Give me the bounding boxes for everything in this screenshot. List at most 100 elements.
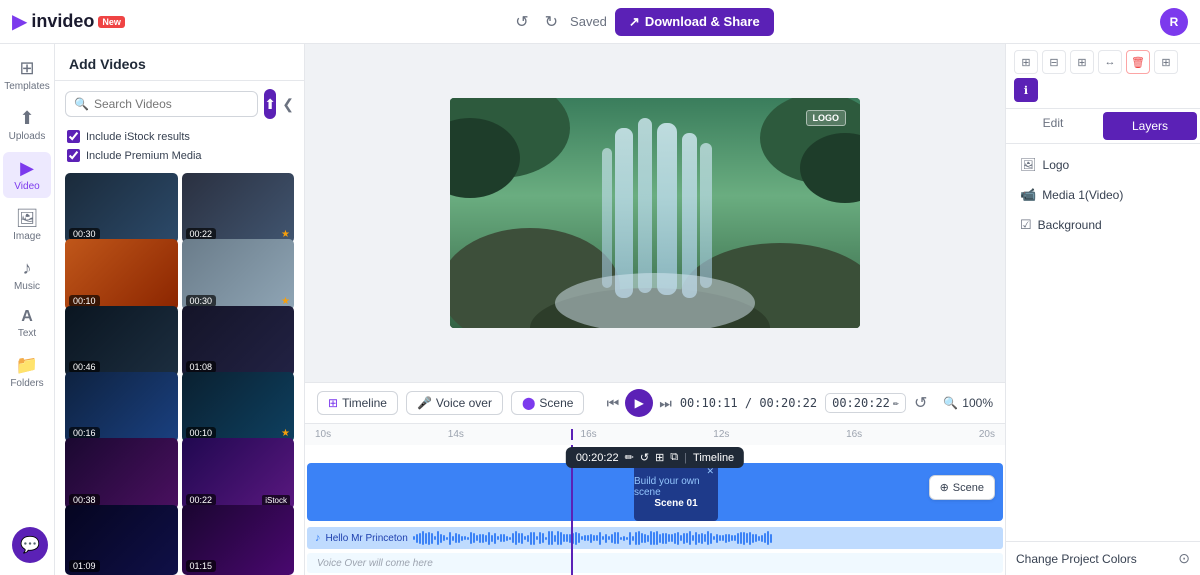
sidebar-item-video[interactable]: ▶ Video bbox=[3, 152, 51, 198]
bg-layer-icon: ☑ bbox=[1020, 217, 1032, 233]
logo-text: invideo bbox=[31, 11, 94, 32]
video-thumb-4[interactable]: 00:46 bbox=[65, 306, 178, 376]
sidebar-item-music[interactable]: ♪ Music bbox=[3, 252, 51, 298]
scene-block[interactable]: ✕ Build your own scene Scene 01 bbox=[634, 463, 718, 521]
saved-status: Saved bbox=[570, 14, 607, 29]
timeline-button[interactable]: ⊞ Timeline bbox=[317, 391, 398, 415]
voiceover-button[interactable]: 🎤 Voice over bbox=[406, 391, 503, 415]
rp-info-btn[interactable]: ℹ bbox=[1014, 78, 1038, 102]
rp-paste-btn[interactable]: ⊟ bbox=[1042, 50, 1066, 74]
right-panel-footer: Change Project Colors ⊙ bbox=[1006, 541, 1200, 575]
sidebar-item-text[interactable]: A Text bbox=[3, 302, 51, 345]
video-icon: ▶ bbox=[20, 158, 34, 179]
topbar: ▶ invideo New ↺ ↻ Saved ↗ Download & Sha… bbox=[0, 0, 1200, 44]
skip-back-button[interactable]: ⏮ bbox=[607, 395, 620, 412]
scene-popup-grid-icon[interactable]: ⊞ bbox=[655, 451, 664, 464]
timeline-tracks[interactable]: 00:20:22 ✏ ↺ ⊞ ⧉ | Timeline ✕ Build your… bbox=[305, 445, 1005, 575]
rp-grid-btn[interactable]: ⊞ bbox=[1154, 50, 1178, 74]
layer-logo[interactable]: 🖼 Logo bbox=[1014, 152, 1192, 178]
topbar-right: R bbox=[1160, 8, 1188, 36]
time-input-box[interactable]: 00:20:22 ✏ bbox=[825, 393, 906, 413]
collapse-panel-button[interactable]: ❮ bbox=[282, 96, 294, 113]
search-icon: 🔍 bbox=[74, 97, 89, 111]
color-wheel-icon[interactable]: ⊙ bbox=[1178, 550, 1190, 567]
upload-button[interactable]: ⬆ bbox=[264, 89, 276, 119]
audio-icon: ♪ bbox=[315, 532, 321, 544]
video-thumb-2[interactable]: 00:10 bbox=[65, 239, 178, 309]
chat-button[interactable]: 💬 bbox=[12, 527, 48, 563]
ruler-label-10s: 10s bbox=[315, 429, 331, 440]
video-thumb-1[interactable]: 00:22★ bbox=[182, 173, 295, 243]
ruler-label-20s: 20s bbox=[979, 429, 995, 440]
current-time: 00:10:11 bbox=[680, 396, 738, 410]
voiceover-icon: 🎤 bbox=[417, 396, 432, 410]
layer-background[interactable]: ☑ Background bbox=[1014, 212, 1192, 238]
video-thumb-11[interactable]: 01:15 bbox=[182, 505, 295, 575]
video-panel: Add Videos 🔍 ⬆ ❮ Include iStock results … bbox=[55, 44, 305, 575]
scene-popup-edit-icon: ✏ bbox=[625, 451, 634, 464]
scene-button[interactable]: ⬤ Scene bbox=[511, 391, 584, 415]
video-thumb-6[interactable]: 00:16 bbox=[65, 372, 178, 442]
search-input[interactable] bbox=[94, 97, 249, 111]
redo-button[interactable]: ↻ bbox=[541, 8, 562, 36]
rp-delete-btn[interactable]: 🗑 bbox=[1126, 50, 1150, 74]
new-badge: New bbox=[98, 16, 125, 28]
undo-button[interactable]: ↺ bbox=[511, 8, 532, 36]
rp-fit-btn[interactable]: ⊞ bbox=[1070, 50, 1094, 74]
loop-button[interactable]: ↺ bbox=[914, 393, 927, 413]
voiceover-placeholder: Voice Over will come here bbox=[317, 558, 433, 569]
download-share-button[interactable]: ↗ Download & Share bbox=[615, 8, 774, 36]
icon-sidebar: ⊞ Templates ⬆ Uploads ▶ Video 🖼 Image ♪ … bbox=[0, 44, 55, 575]
video-thumb-9[interactable]: 00:22iStock bbox=[182, 438, 295, 508]
scene-popup-refresh-icon[interactable]: ↺ bbox=[640, 451, 649, 464]
istock-checkbox[interactable] bbox=[67, 130, 80, 143]
logo-icon: ▶ bbox=[12, 9, 27, 34]
video-thumb-10[interactable]: 01:09 bbox=[65, 505, 178, 575]
skip-forward-button[interactable]: ⏭ bbox=[659, 395, 672, 412]
waterfall-background: LOGO bbox=[450, 98, 860, 329]
video-grid: 00:3000:22★00:1000:30★00:4601:0800:1600:… bbox=[55, 165, 304, 575]
video-thumb-5[interactable]: 01:08 bbox=[182, 306, 295, 376]
zoom-level: 100% bbox=[962, 396, 993, 410]
image-icon: 🖼 bbox=[16, 208, 39, 229]
istock-checkbox-row: Include iStock results bbox=[55, 127, 304, 146]
rp-copy-btn[interactable]: ⊞ bbox=[1014, 50, 1038, 74]
right-panel-tabs: Edit Layers bbox=[1006, 109, 1200, 144]
audio-track[interactable]: ♪ Hello Mr Princeton bbox=[307, 527, 1003, 549]
canvas-preview: LOGO bbox=[305, 44, 1005, 382]
transport-controls: ⏮ ▶ ⏭ bbox=[607, 389, 672, 417]
add-scene-button[interactable]: ⊕ Scene bbox=[929, 475, 995, 500]
premium-checkbox[interactable] bbox=[67, 149, 80, 162]
play-button[interactable]: ▶ bbox=[625, 389, 653, 417]
edit-time-icon: ✏ bbox=[893, 398, 899, 409]
media-layer-label: Media 1(Video) bbox=[1042, 188, 1123, 202]
sidebar-item-folders[interactable]: 📁 Folders bbox=[3, 349, 51, 395]
premium-label: Include Premium Media bbox=[86, 150, 202, 162]
tab-layers[interactable]: Layers bbox=[1103, 112, 1197, 140]
change-colors-text: Change Project Colors bbox=[1016, 552, 1137, 566]
topbar-center: ↺ ↻ Saved ↗ Download & Share bbox=[511, 8, 773, 36]
logo-area: ▶ invideo New bbox=[12, 9, 125, 34]
canvas-frame: LOGO bbox=[450, 98, 860, 329]
right-panel-toolbar: ⊞ ⊟ ⊞ ↔ 🗑 ⊞ ℹ bbox=[1006, 44, 1200, 109]
scene-popup-copy-icon[interactable]: ⧉ bbox=[670, 451, 678, 464]
text-icon: A bbox=[21, 308, 33, 326]
video-thumb-3[interactable]: 00:30★ bbox=[182, 239, 295, 309]
music-icon: ♪ bbox=[23, 258, 32, 279]
download-icon: ↗ bbox=[629, 14, 640, 30]
sidebar-item-templates[interactable]: ⊞ Templates bbox=[3, 52, 51, 98]
layer-media1[interactable]: 📹 Media 1(Video) bbox=[1014, 182, 1192, 208]
layers-panel: 🖼 Logo 📹 Media 1(Video) ☑ Background bbox=[1006, 144, 1200, 246]
sidebar-item-image[interactable]: 🖼 Image bbox=[3, 202, 51, 248]
tab-edit[interactable]: Edit bbox=[1006, 109, 1100, 143]
avatar[interactable]: R bbox=[1160, 8, 1188, 36]
sidebar-item-uploads[interactable]: ⬆ Uploads bbox=[3, 102, 51, 148]
video-thumb-7[interactable]: 00:10★ bbox=[182, 372, 295, 442]
rp-expand-btn[interactable]: ↔ bbox=[1098, 50, 1122, 74]
zoom-icon: 🔍 bbox=[943, 396, 958, 410]
voiceover-track[interactable]: Voice Over will come here bbox=[307, 553, 1003, 573]
video-thumb-8[interactable]: 00:38 bbox=[65, 438, 178, 508]
ruler-label-16b: 16s bbox=[846, 429, 862, 440]
video-thumb-0[interactable]: 00:30 bbox=[65, 173, 178, 243]
folders-icon: 📁 bbox=[16, 355, 38, 376]
